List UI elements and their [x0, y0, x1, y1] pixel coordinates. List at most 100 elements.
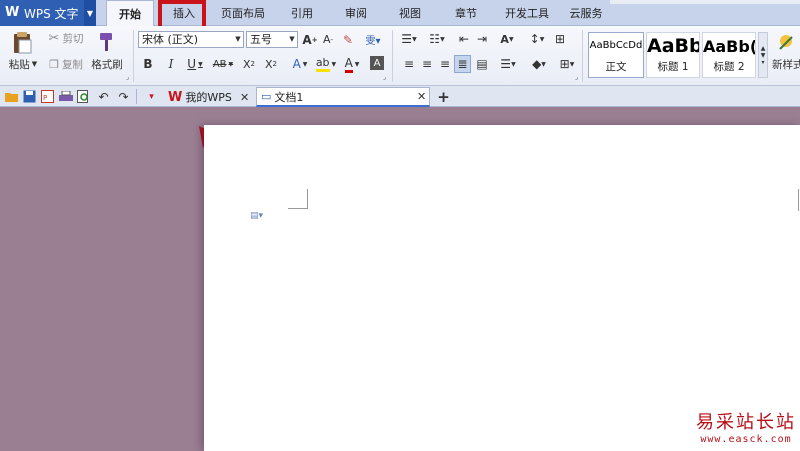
grow-font-icon[interactable]: A +: [302, 31, 318, 48]
new-style-icon[interactable]: [772, 30, 800, 54]
font-dialog-launcher-icon[interactable]: ⌟: [383, 73, 386, 81]
tab-chapter[interactable]: 章节: [440, 0, 492, 26]
style-heading-1-preview: AaBb: [647, 35, 699, 57]
strikethrough-icon[interactable]: AB ▼: [210, 56, 236, 72]
font-name-value: 宋体 (正文): [142, 33, 199, 46]
bullet-list-icon[interactable]: ☰ ▼: [398, 31, 420, 47]
document-page[interactable]: ▤▾: [204, 125, 800, 451]
text-effect-icon[interactable]: A ▼: [288, 56, 312, 72]
format-painter-icon[interactable]: [92, 30, 120, 54]
paragraph-dialog-launcher-icon[interactable]: ⌟: [575, 73, 578, 81]
highlight-color-icon[interactable]: ab ▼: [314, 56, 338, 72]
copy-label: 复制: [61, 58, 83, 71]
bold-icon[interactable]: B: [141, 56, 155, 72]
paste-options-icon[interactable]: ▤▾: [250, 211, 274, 225]
underline-icon[interactable]: U ▼: [184, 56, 206, 72]
font-name-dropdown-icon[interactable]: ▼: [233, 32, 243, 47]
justify-icon[interactable]: ≣: [454, 55, 471, 73]
char-shading-icon[interactable]: A: [370, 56, 384, 70]
sort-icon[interactable]: ↕ ▼: [526, 31, 548, 47]
paste-dropdown-icon[interactable]: ▼: [32, 60, 37, 68]
align-center-icon[interactable]: ≡: [420, 56, 434, 72]
align-right-icon[interactable]: ≡: [438, 56, 452, 72]
style-heading-1-label: 标题 1: [657, 61, 689, 73]
customize-toolbar-icon[interactable]: ▾: [144, 89, 159, 104]
distribute-icon[interactable]: ▤: [474, 56, 490, 72]
table-borders-icon[interactable]: ⊞: [552, 31, 568, 47]
style-heading-2-label: 标题 2: [713, 61, 745, 73]
close-tab-icon[interactable]: ✕: [240, 91, 249, 104]
print-icon[interactable]: [58, 89, 73, 104]
text-direction-icon[interactable]: A ▼: [494, 31, 520, 47]
styles-scroll-up-icon[interactable]: ▲: [761, 45, 766, 52]
redo-icon[interactable]: ↷: [116, 89, 131, 104]
font-size-combo[interactable]: 五号 ▼: [246, 31, 298, 48]
font-size-dropdown-icon[interactable]: ▼: [287, 32, 297, 47]
font-color-icon[interactable]: A ▼: [340, 56, 364, 73]
print-preview-icon[interactable]: [76, 89, 91, 104]
ribbon-divider: [133, 30, 134, 82]
app-menu-button[interactable]: W WPS 文字 ▼: [0, 0, 96, 26]
borders-icon[interactable]: ⊞ ▼: [556, 56, 578, 72]
shrink-font-icon[interactable]: A-: [320, 31, 336, 48]
tab-references[interactable]: 引用: [278, 0, 326, 26]
open-folder-icon[interactable]: [4, 89, 19, 104]
font-size-value: 五号: [250, 33, 272, 46]
decrease-indent-icon[interactable]: ⇤: [456, 31, 472, 47]
tab-review[interactable]: 审阅: [332, 0, 380, 26]
save-icon[interactable]: [22, 89, 37, 104]
ribbon: 粘贴 ▼ ✂ 剪切 ❐ 复制 格式刷 宋体 (正文) ▼ 五号 ▼ A + A- ✎ 雯…: [0, 26, 800, 86]
tab-page-layout[interactable]: 页面布局: [214, 0, 272, 26]
paste-icon[interactable]: [8, 30, 36, 56]
wps-home-icon: W: [168, 89, 183, 105]
watermark: 易采站长站 www.easck.com: [696, 408, 796, 445]
ribbon-divider: [392, 30, 393, 82]
doc-tab-my-wps[interactable]: W 我的WPS ✕: [162, 87, 252, 107]
app-menu-dropdown-icon[interactable]: ▼: [84, 0, 96, 26]
phonetic-guide-icon[interactable]: 雯▾: [360, 31, 386, 48]
increase-indent-icon[interactable]: ⇥: [474, 31, 490, 47]
close-tab-icon[interactable]: ✕: [417, 90, 426, 103]
styles-scroll-down-icon[interactable]: ▼: [761, 52, 766, 59]
italic-icon[interactable]: I: [164, 56, 178, 72]
subscript-icon[interactable]: X2: [262, 56, 280, 72]
tab-developer[interactable]: 开发工具: [498, 0, 556, 26]
tab-view[interactable]: 视图: [386, 0, 434, 26]
margin-corner-mark: [288, 189, 308, 209]
tab-cloud[interactable]: 云服务: [562, 0, 610, 26]
app-title: WPS 文字: [24, 6, 79, 21]
font-name-combo[interactable]: 宋体 (正文) ▼: [138, 31, 244, 48]
copy-button[interactable]: ❐ 复制: [46, 56, 86, 72]
new-tab-icon[interactable]: +: [436, 88, 451, 106]
numbered-list-icon[interactable]: ☷ ▼: [424, 31, 450, 47]
style-normal-label: 正文: [605, 61, 627, 73]
export-pdf-icon[interactable]: P: [40, 89, 55, 104]
doc-tab-label: 文档1: [274, 90, 304, 104]
styles-scroll[interactable]: ▲ ▼ ▾: [758, 32, 768, 78]
clear-format-icon[interactable]: ✎: [340, 31, 356, 48]
style-normal-preview: AaBbCcDd: [589, 40, 643, 51]
menu-bar: W WPS 文字 ▼ 开始 插入 页面布局 引用 审阅 视图 章节 开发工具 云…: [0, 0, 800, 27]
align-left-icon[interactable]: ≡: [402, 56, 416, 72]
wps-logo-icon: W: [5, 5, 20, 20]
shading-fill-icon[interactable]: ◆ ▼: [526, 56, 552, 72]
cut-button[interactable]: ✂ 剪切: [46, 30, 86, 46]
line-spacing-icon[interactable]: ☰ ▼: [496, 56, 520, 72]
paste-button[interactable]: 粘贴 ▼: [4, 57, 42, 71]
new-style-label[interactable]: 新样式: [772, 57, 800, 71]
document-area: ▤▾ 易采站长站 www.easck.com: [0, 108, 800, 451]
style-heading-2-preview: AaBb(: [703, 37, 755, 56]
format-painter-label[interactable]: 格式刷: [88, 57, 126, 71]
style-normal[interactable]: AaBbCcDd 正文: [588, 32, 644, 78]
superscript-icon[interactable]: X2: [240, 56, 258, 72]
style-heading-2[interactable]: AaBb( 标题 2: [702, 32, 756, 78]
watermark-title: 易采站长站: [696, 412, 796, 433]
watermark-url: www.easck.com: [700, 434, 792, 445]
menu-bar-filler: [610, 0, 800, 4]
undo-icon[interactable]: ↶: [96, 89, 111, 104]
tab-home[interactable]: 开始: [106, 0, 154, 27]
style-heading-1[interactable]: AaBb 标题 1: [646, 32, 700, 78]
clipboard-dialog-launcher-icon[interactable]: ⌟: [126, 73, 129, 81]
styles-more-icon[interactable]: ▾: [761, 59, 764, 66]
doc-tab-document1[interactable]: ▭ 文档1 ✕: [256, 87, 430, 107]
